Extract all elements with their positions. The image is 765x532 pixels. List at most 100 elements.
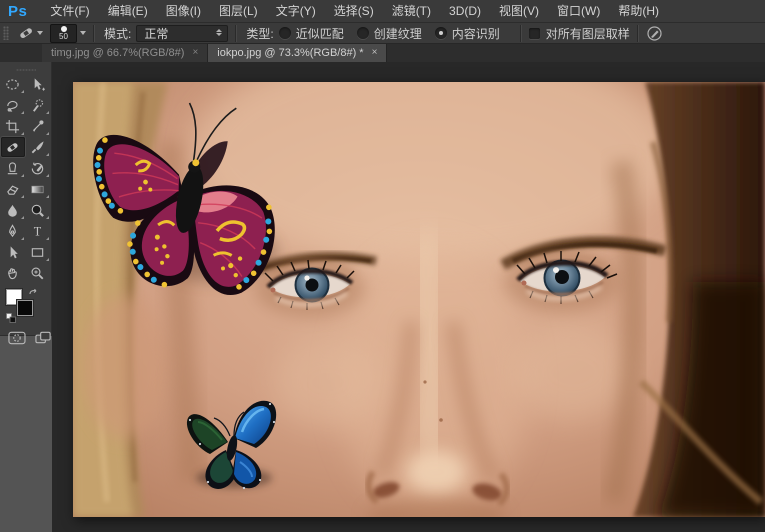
quick-selection-icon	[30, 98, 45, 113]
options-bar-grip[interactable]	[3, 26, 9, 40]
menu-file[interactable]: 文件(F)	[41, 0, 98, 22]
background-color-swatch[interactable]	[17, 300, 33, 316]
tool-move[interactable]	[26, 74, 50, 94]
close-icon[interactable]: ×	[192, 48, 198, 58]
tools-panel-grip[interactable]	[16, 69, 36, 71]
brush-tip-icon	[61, 26, 67, 32]
canvas-image[interactable]	[73, 82, 765, 517]
tab-timg-label: timg.jpg @ 66.7%(RGB/8#)	[51, 47, 184, 59]
menu-type[interactable]: 文字(Y)	[267, 0, 325, 22]
lasso-icon	[5, 98, 20, 113]
clone-stamp-icon	[5, 161, 20, 176]
brush-size-preview[interactable]: 50	[50, 24, 77, 43]
tool-dodge[interactable]	[26, 200, 50, 220]
radio-proximity-match[interactable]	[279, 27, 291, 39]
tool-history-brush[interactable]	[26, 158, 50, 178]
dodge-icon	[30, 203, 45, 218]
path-selection-icon	[5, 245, 20, 260]
menu-help[interactable]: 帮助(H)	[609, 0, 668, 22]
menu-view[interactable]: 视图(V)	[490, 0, 548, 22]
radio-proximity-match-label: 近似匹配	[296, 25, 344, 42]
tool-eraser[interactable]	[1, 179, 25, 199]
radio-content-aware-label: 内容识别	[452, 25, 500, 42]
marquee-icon	[5, 77, 20, 92]
pen-icon	[5, 224, 20, 239]
rectangle-icon	[30, 245, 45, 260]
dropdown-arrows-icon	[216, 29, 222, 36]
divider	[93, 25, 95, 42]
document-tab-bar: timg.jpg @ 66.7%(RGB/8#) × iokpo.jpg @ 7…	[0, 44, 765, 62]
eraser-icon	[5, 182, 20, 197]
tool-hand[interactable]	[1, 263, 25, 283]
screen-mode-icon[interactable]	[35, 331, 51, 345]
history-brush-icon	[30, 161, 45, 176]
tool-elliptical-marquee[interactable]	[1, 74, 25, 94]
default-colors-icon[interactable]	[6, 313, 16, 323]
menu-3d[interactable]: 3D(D)	[440, 0, 490, 22]
tool-eyedropper[interactable]	[26, 116, 50, 136]
tool-brush[interactable]	[26, 137, 50, 157]
tool-clone-stamp[interactable]	[1, 158, 25, 178]
hand-icon	[5, 266, 20, 281]
swap-colors-icon[interactable]	[28, 288, 39, 299]
spot-healing-brush-icon	[5, 140, 20, 155]
tools-panel-bottom	[8, 331, 51, 345]
photoshop-logo: Ps	[8, 3, 27, 20]
tool-type[interactable]: T	[26, 221, 50, 241]
blur-drop-icon	[5, 203, 20, 218]
tab-iokpo[interactable]: iokpo.jpg @ 73.3%(RGB/8#) * ×	[208, 44, 387, 62]
move-icon	[30, 77, 45, 92]
radio-create-texture[interactable]	[357, 27, 369, 39]
brush-icon	[30, 140, 45, 155]
tool-quick-selection[interactable]	[26, 95, 50, 115]
photoshop-window: Ps 文件(F) 编辑(E) 图像(I) 图层(L) 文字(Y) 选择(S) 滤…	[0, 0, 765, 532]
menu-layer[interactable]: 图层(L)	[210, 0, 267, 22]
spot-healing-brush-icon	[17, 25, 35, 41]
quick-mask-icon[interactable]	[8, 331, 26, 345]
sample-all-layers-checkbox[interactable]	[529, 28, 540, 39]
divider	[235, 25, 237, 42]
menu-select[interactable]: 选择(S)	[325, 0, 383, 22]
menu-bar: Ps 文件(F) 编辑(E) 图像(I) 图层(L) 文字(Y) 选择(S) 滤…	[0, 0, 765, 22]
zoom-icon	[30, 266, 45, 281]
divider	[520, 25, 522, 42]
tool-zoom[interactable]	[26, 263, 50, 283]
divider	[637, 25, 639, 42]
crop-icon	[5, 119, 20, 134]
tool-preset-button[interactable]	[14, 24, 46, 42]
radio-content-aware[interactable]	[435, 27, 447, 39]
tool-crop[interactable]	[1, 116, 25, 136]
svg-text:T: T	[34, 224, 42, 238]
mode-label: 模式:	[104, 25, 131, 42]
tool-path-selection[interactable]	[1, 242, 25, 262]
tool-options-bar: 50 模式: 正常 类型: 近似匹配 创建纹理 内容识别 对所有图层取样	[0, 22, 765, 44]
tool-gradient[interactable]	[26, 179, 50, 199]
tablet-pressure-icon[interactable]	[646, 25, 663, 42]
brush-size-value: 50	[59, 33, 68, 41]
chevron-down-icon	[37, 31, 43, 35]
workspace: T	[0, 62, 765, 532]
radio-create-texture-label: 创建纹理	[374, 25, 422, 42]
tool-spot-healing-brush[interactable]	[1, 137, 25, 157]
sample-all-layers-label: 对所有图层取样	[546, 25, 630, 42]
tool-blur[interactable]	[1, 200, 25, 220]
tab-iokpo-label: iokpo.jpg @ 73.3%(RGB/8#) *	[217, 47, 363, 59]
tool-rectangle[interactable]	[26, 242, 50, 262]
tool-lasso[interactable]	[1, 95, 25, 115]
tool-grid: T	[0, 74, 51, 284]
menu-filter[interactable]: 滤镜(T)	[383, 0, 440, 22]
tools-panel: T	[0, 62, 52, 336]
menu-edit[interactable]: 编辑(E)	[99, 0, 157, 22]
tool-pen[interactable]	[1, 221, 25, 241]
menu-window[interactable]: 窗口(W)	[548, 0, 609, 22]
type-radio-group: 近似匹配 创建纹理 内容识别	[279, 25, 513, 42]
eyedropper-icon	[30, 119, 45, 134]
menu-image[interactable]: 图像(I)	[157, 0, 210, 22]
close-icon[interactable]: ×	[372, 48, 378, 58]
type-label: 类型:	[246, 25, 273, 42]
brush-picker-chevron-icon[interactable]	[80, 31, 86, 35]
tab-timg[interactable]: timg.jpg @ 66.7%(RGB/8#) ×	[42, 44, 208, 62]
mode-dropdown[interactable]: 正常	[136, 25, 228, 42]
gradient-icon	[30, 182, 45, 197]
mode-value: 正常	[144, 25, 168, 42]
